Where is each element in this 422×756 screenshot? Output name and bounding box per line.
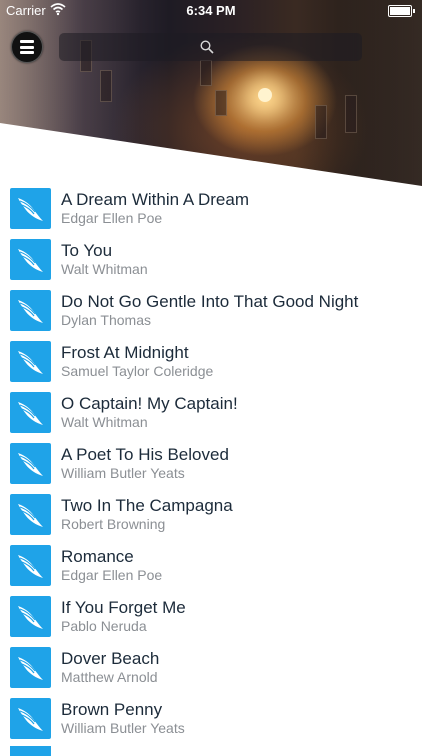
poem-title: Two In The Campagna: [61, 496, 233, 515]
poem-author: Matthew Arnold: [61, 669, 158, 685]
status-bar: Carrier 6:34 PM: [0, 0, 422, 22]
poem-tile: [10, 647, 51, 688]
status-time: 6:34 PM: [186, 3, 236, 18]
poem-author: Robert Browning: [61, 516, 166, 532]
menu-button[interactable]: [11, 31, 43, 63]
poem-author: Edgar Ellen Poe: [61, 567, 163, 583]
poem-tile-partial: [10, 746, 51, 756]
poem-author: William Butler Yeats: [61, 465, 185, 481]
poem-title: O Captain! My Captain!: [61, 394, 238, 413]
poem-tile: [10, 341, 51, 382]
wing-icon: [18, 708, 43, 731]
poem-tile: [10, 494, 51, 535]
poem-author: Edgar Ellen Poe: [61, 210, 163, 226]
poem-title: A Dream Within A Dream: [61, 190, 250, 209]
poem-tile: [10, 188, 51, 229]
list-item[interactable]: Do Not Go Gentle Into That Good Night Dy…: [0, 287, 422, 338]
poem-title: A Poet To His Beloved: [61, 445, 229, 464]
poem-author: Pablo Neruda: [61, 618, 147, 634]
wing-icon: [18, 504, 43, 527]
poem-tile: [10, 392, 51, 433]
poem-tile: [10, 239, 51, 280]
poem-title: Do Not Go Gentle Into That Good Night: [61, 292, 359, 311]
poem-list: A Dream Within A Dream Edgar Ellen Poe T…: [0, 185, 422, 746]
wing-icon: [18, 606, 43, 629]
list-item[interactable]: Dover Beach Matthew Arnold: [0, 644, 422, 695]
wing-icon: [18, 351, 43, 374]
poem-tile: [10, 443, 51, 484]
wing-icon: [18, 300, 43, 323]
poem-tile: [10, 698, 51, 739]
poem-title: To You: [61, 241, 113, 260]
list-item[interactable]: A Poet To His Beloved William Butler Yea…: [0, 440, 422, 491]
wing-icon: [18, 453, 43, 476]
list-item[interactable]: O Captain! My Captain! Walt Whitman: [0, 389, 422, 440]
poem-author: Walt Whitman: [61, 414, 148, 430]
search-bar[interactable]: [59, 33, 362, 61]
header-image: [0, 0, 422, 190]
poem-title: Romance: [61, 547, 134, 566]
wing-icon: [18, 198, 43, 221]
battery-icon: [388, 5, 415, 17]
poem-title: Frost At Midnight: [61, 343, 189, 362]
wing-icon: [18, 402, 43, 425]
hamburger-icon-line: [20, 45, 34, 49]
poem-tile: [10, 290, 51, 331]
poem-author: Dylan Thomas: [61, 312, 152, 328]
poem-title: If You Forget Me: [61, 598, 186, 617]
poem-author: William Butler Yeats: [61, 720, 185, 736]
poem-tile: [10, 596, 51, 637]
list-item[interactable]: Romance Edgar Ellen Poe: [0, 542, 422, 593]
wing-icon: [18, 555, 43, 578]
list-item[interactable]: Brown Penny William Butler Yeats: [0, 695, 422, 746]
poem-author: Samuel Taylor Coleridge: [61, 363, 214, 379]
poem-author: Walt Whitman: [61, 261, 148, 277]
list-item[interactable]: Frost At Midnight Samuel Taylor Coleridg…: [0, 338, 422, 389]
wing-icon: [18, 657, 43, 680]
hamburger-icon-line: [20, 51, 34, 54]
list-item[interactable]: To You Walt Whitman: [0, 236, 422, 287]
hamburger-icon-line: [20, 40, 34, 43]
poem-tile: [10, 545, 51, 586]
wing-icon: [18, 249, 43, 272]
search-icon: [200, 40, 214, 54]
poem-title: Dover Beach: [61, 649, 160, 668]
header-diagonal-cut: [0, 123, 422, 190]
list-item[interactable]: A Dream Within A Dream Edgar Ellen Poe: [0, 185, 422, 236]
list-item[interactable]: If You Forget Me Pablo Neruda: [0, 593, 422, 644]
list-item[interactable]: Two In The Campagna Robert Browning: [0, 491, 422, 542]
poem-title: Brown Penny: [61, 700, 163, 719]
